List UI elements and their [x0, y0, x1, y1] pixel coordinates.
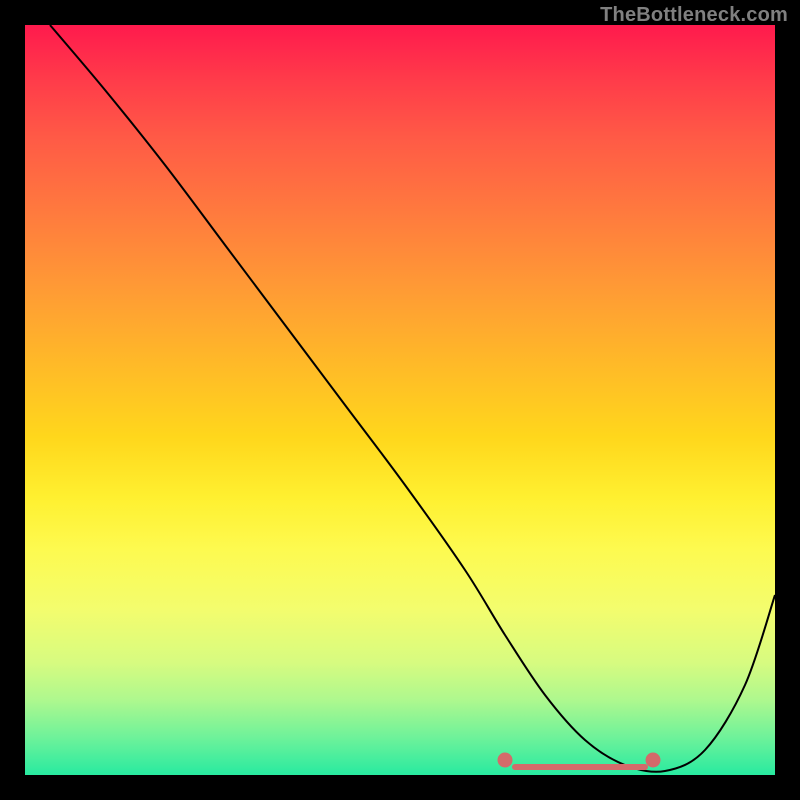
chart-curve	[50, 25, 775, 772]
watermark-text: TheBottleneck.com	[600, 4, 788, 27]
chart-svg-overlay	[25, 25, 775, 775]
chart-marker-dot-right	[646, 753, 660, 767]
chart-marker-dot-left	[498, 753, 512, 767]
